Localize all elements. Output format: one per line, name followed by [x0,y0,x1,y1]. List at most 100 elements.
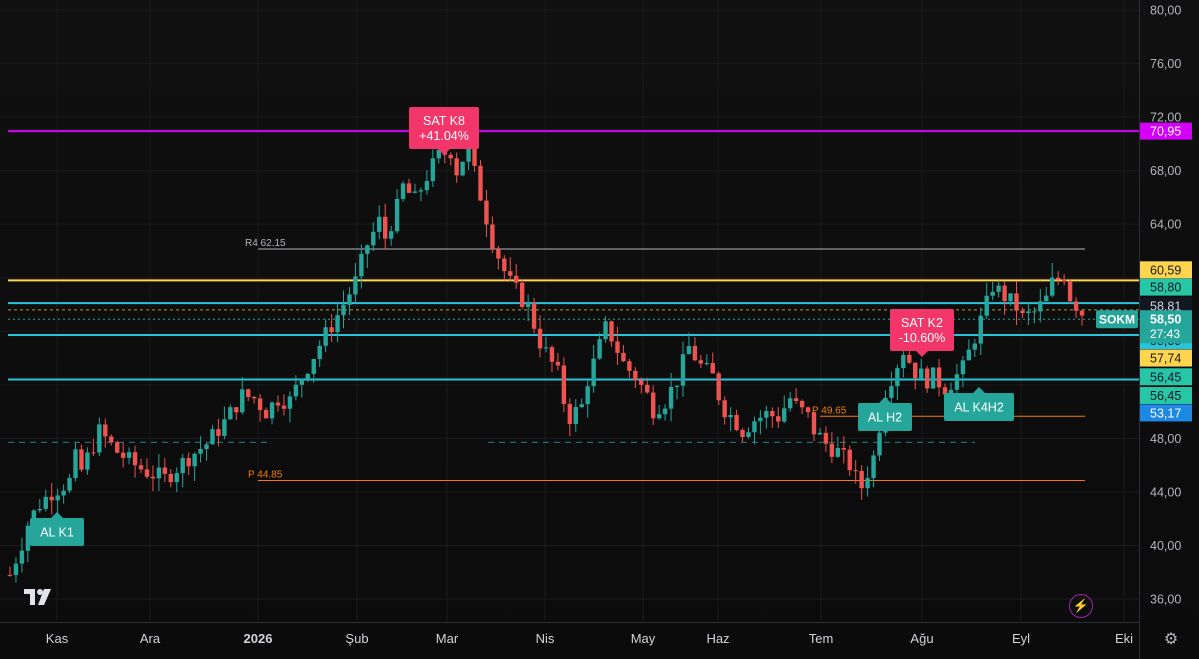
signal-text: AL K1 [40,526,74,540]
signal-label-sell: SAT K8+41.04% [409,107,479,155]
pivot-label: P 49.65 [812,405,847,416]
candle-body [752,421,757,433]
candle-body [871,455,876,479]
signal-text: SAT K2 [901,316,943,330]
candle-body [1050,277,1055,296]
candle-body [782,408,787,422]
candle-body [246,389,251,397]
candle-body [1073,301,1079,311]
price-tick-label: 80,00 [1150,4,1181,18]
candle-body [109,436,114,443]
candle-body [519,282,525,307]
candle-body [549,347,555,362]
candle-body [853,470,858,472]
candle-body [811,412,817,435]
candle-body [251,396,257,399]
candle-body [180,458,185,474]
candle-body [996,285,1001,292]
candle-body [1055,277,1061,280]
candle-body [365,245,370,254]
price-tick-label: 44,00 [1150,485,1181,499]
candle-body [859,470,864,489]
candle-body [817,432,823,435]
candle-body [323,327,328,346]
candle-body [275,402,281,406]
candle-body [216,429,221,436]
candle-body [359,253,364,277]
candle-body [633,370,638,381]
candle-body [734,414,739,430]
candle-body [603,321,608,340]
candle-body [37,508,42,511]
candle-body [579,404,584,408]
tradingview-logo[interactable] [22,586,58,608]
candle-body [978,315,983,344]
candle-body [19,550,25,564]
candle-body [740,429,745,438]
candle-body [269,402,275,419]
candle-body [591,358,596,387]
candle-body [901,354,906,369]
candle-body [460,161,465,176]
candle-body [514,275,519,283]
candle-body [91,452,96,454]
candle-body [1008,293,1013,302]
candle-body [103,424,108,437]
candle-body [567,403,573,424]
candle-body [627,361,632,371]
gear-icon[interactable]: ⚙ [1160,628,1182,650]
candle-body [984,295,989,316]
signal-text: AL H2 [868,411,902,425]
candle-body [674,385,680,387]
candle-body [311,359,316,374]
candle-body [954,374,960,390]
candle-body [186,458,191,467]
candle-body [889,386,894,398]
candle-body [865,478,870,489]
candle-body [555,361,561,366]
candle-body [662,408,668,415]
candle-body [573,407,578,424]
candle-body [79,449,84,470]
candle-body [895,368,900,387]
candle-body [371,231,376,246]
candle-body [680,354,686,386]
candle-body [585,386,590,405]
time-axis-label: Ağu [910,631,933,646]
candle-body [930,367,936,389]
candle-body [639,380,644,385]
time-axis-label: Haz [706,631,729,646]
candle-body [746,432,751,438]
candle-body [1032,311,1037,313]
candle-body [686,346,692,355]
price-badge-text: 58,80 [1150,281,1181,295]
lightning-icon[interactable]: ⚡ [1069,594,1093,618]
candle-body [799,400,805,408]
price-tick-label: 68,00 [1150,164,1181,178]
pivot-label: P 44.85 [248,470,283,481]
candle-body [317,345,322,360]
candle-body [692,346,698,361]
price-chart[interactable]: R4 62.15 P 49.65 P 44.85 AL K1 SAT K8+41.04… [0,0,1199,659]
candle-body [776,416,781,422]
price-badge-text: 56,45 [1150,370,1181,384]
signal-text: AL K4H2 [954,401,1004,415]
candle-body [722,400,727,418]
candle-body [645,384,650,393]
candle-body [61,490,66,496]
symbol-badge-text: SOKM [1099,313,1135,327]
candle-body [1020,310,1025,314]
candle-body [805,407,811,413]
candle-body [919,368,924,379]
candle-body [210,429,215,445]
candle-body [621,352,626,362]
price-badge-text: 53,17 [1150,406,1181,420]
candle-body [710,363,715,374]
candle-body [478,165,483,201]
time-axis-label: Kas [46,631,69,646]
signal-text: SAT K8 [423,114,465,128]
price-badge-text: 60,59 [1150,263,1181,277]
candle-body [651,392,656,419]
candle-body [847,449,852,471]
price-badge-text: 57,74 [1150,352,1181,366]
